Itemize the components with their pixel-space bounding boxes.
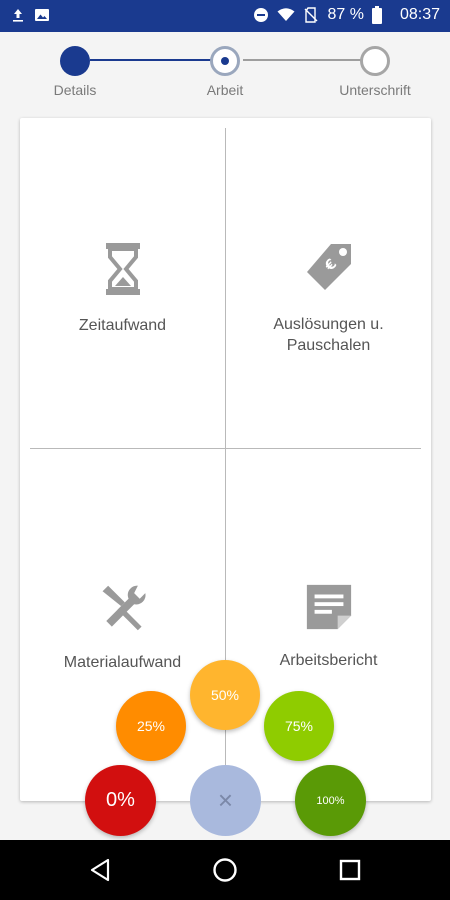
battery-icon (371, 6, 382, 24)
progress-option-100-button[interactable]: 100% (295, 765, 366, 836)
progress-option-75-button[interactable]: 75% (264, 691, 334, 761)
progress-option-50-label: 50% (210, 687, 240, 703)
nav-recents-button[interactable] (334, 854, 366, 886)
step-details-indicator[interactable] (60, 46, 90, 76)
nav-home-button[interactable] (209, 854, 241, 886)
upload-icon (13, 9, 23, 22)
progress-option-100-label: 100% (316, 794, 345, 807)
progress-option-75-label: 75% (284, 718, 314, 734)
nav-back-button[interactable] (84, 854, 116, 886)
step-connector-completed (90, 59, 212, 61)
tile-ausloesungen-label: Auslösungen u. Pauschalen (273, 316, 384, 354)
tile-zeitaufwand-label: Zeitaufwand (78, 316, 167, 334)
image-icon (35, 9, 49, 21)
progress-stepper: Details Arbeit Unterschrift (0, 32, 450, 110)
step-arbeit-indicator[interactable] (210, 46, 240, 76)
recents-icon (339, 859, 361, 881)
tile-zeitaufwand[interactable]: Zeitaufwand (20, 118, 225, 448)
step-details-label: Details (53, 82, 97, 98)
progress-option-25-label: 25% (136, 718, 166, 734)
system-navigation-bar (0, 840, 450, 900)
tile-arbeitsbericht[interactable]: Arbeitsbericht (226, 449, 431, 801)
tile-materialaufwand-label: Materialaufwand (63, 654, 182, 671)
progress-option-50-button[interactable]: 50% (190, 660, 260, 730)
wifi-icon (277, 8, 295, 21)
tile-materialaufwand[interactable]: Materialaufwand (20, 449, 225, 801)
no-sim-icon (304, 7, 318, 23)
progress-option-25-button[interactable]: 25% (116, 691, 186, 761)
tile-arbeitsbericht-label: Arbeitsbericht (279, 652, 378, 669)
note-icon (306, 584, 351, 630)
step-unterschrift-label: Unterschrift (339, 82, 411, 98)
tile-ausloesungen-pauschalen[interactable]: € Auslösungen u. Pauschalen (226, 118, 431, 448)
hourglass-icon (105, 242, 140, 295)
back-icon (90, 858, 110, 882)
home-icon (213, 858, 237, 882)
status-bar: 87 % 08:37 (0, 0, 450, 32)
step-unterschrift-indicator[interactable] (360, 46, 390, 76)
clock: 08:37 (399, 6, 440, 23)
progress-option-0-label: 0% (106, 789, 135, 811)
step-arbeit-label: Arbeit (206, 82, 244, 98)
do-not-disturb-icon (254, 8, 269, 22)
progress-option-0-button[interactable]: 0% (85, 765, 156, 836)
tools-icon (102, 585, 146, 631)
price-tag-icon: € (306, 244, 351, 290)
battery-percentage: 87 % (327, 6, 364, 23)
close-menu-button[interactable]: × (190, 765, 261, 836)
step-connector-pending (243, 59, 361, 61)
close-icon: × (217, 785, 234, 815)
